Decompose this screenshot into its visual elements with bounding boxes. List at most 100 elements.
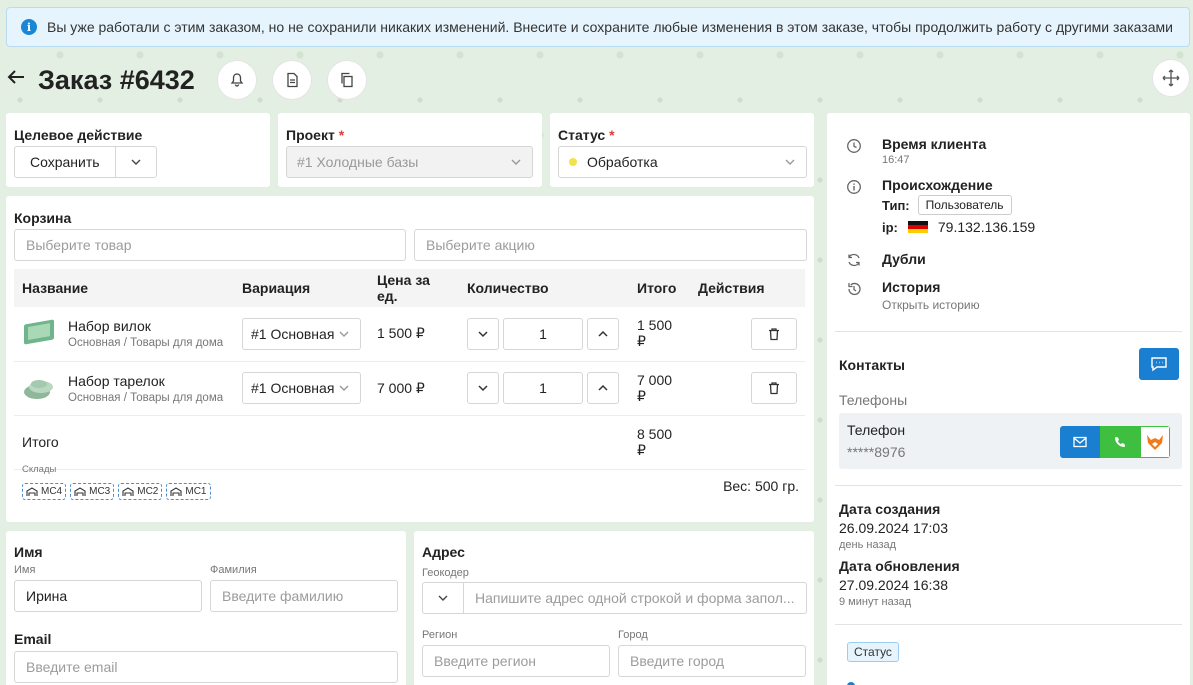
chevron-down-icon xyxy=(478,331,488,337)
first-name-input[interactable]: Ирина xyxy=(14,580,202,612)
email-section-title: Email xyxy=(14,631,52,647)
move-button[interactable] xyxy=(1152,59,1190,97)
copy-button[interactable] xyxy=(326,60,367,100)
save-split-button: Сохранить xyxy=(14,146,157,178)
warehouse-icon xyxy=(122,486,134,496)
email-contact-button[interactable] xyxy=(1060,426,1100,458)
project-card: Проект * #1 Холодные базы xyxy=(278,113,542,187)
quantity-input[interactable]: 1 xyxy=(503,317,583,350)
type-badge: Пользователь xyxy=(917,195,1012,215)
variation-select[interactable]: #1 Основная xyxy=(242,372,361,404)
cart-weight: Вес: 500 гр. xyxy=(723,478,799,494)
phone-number: *****8976 xyxy=(847,444,906,460)
origin: Происхождение Тип: Пользователь ip: 79.1… xyxy=(846,177,1035,235)
fox-app-button[interactable] xyxy=(1140,426,1170,458)
warehouse-tag[interactable]: МС3 xyxy=(70,483,115,500)
status-select[interactable]: Обработка xyxy=(558,146,807,178)
chevron-down-icon xyxy=(785,159,795,165)
promo-search-input[interactable]: Выберите акцию xyxy=(414,229,807,261)
table-row: Набор тарелок Основная / Товары для дома… xyxy=(14,361,805,416)
product-name[interactable]: Набор вилок xyxy=(68,318,223,334)
page-header: Заказ #6432 xyxy=(6,58,382,102)
client-time: Время клиента 16:47 xyxy=(846,136,986,166)
save-button[interactable]: Сохранить xyxy=(15,147,116,177)
chevron-up-icon xyxy=(598,330,608,337)
geocoder-label: Геокодер xyxy=(422,567,469,579)
phone-icon xyxy=(1115,437,1125,447)
chevron-down-icon xyxy=(478,385,488,392)
first-name-label: Имя xyxy=(14,564,36,576)
delete-row-button[interactable] xyxy=(751,317,797,350)
unsaved-notice: i Вы уже работали с этим заказом, но не … xyxy=(6,7,1190,47)
fox-logo-icon xyxy=(1147,435,1163,450)
quantity-input[interactable]: 1 xyxy=(503,372,583,404)
history: История Открыть историю xyxy=(846,279,980,312)
name-section-title: Имя xyxy=(14,544,43,560)
increase-qty-button[interactable] xyxy=(587,372,619,404)
warehouse-tag[interactable]: МС4 xyxy=(22,483,67,500)
mail-icon xyxy=(1073,436,1087,448)
duplicates[interactable]: Дубли xyxy=(846,250,926,268)
decrease-qty-button[interactable] xyxy=(467,317,499,350)
increase-qty-button[interactable] xyxy=(587,317,619,350)
divider xyxy=(835,485,1182,486)
warehouse-tags: МС4 МС3 МС2 МС1 xyxy=(22,483,215,500)
bell-icon xyxy=(230,73,244,87)
email-input[interactable]: Введите email xyxy=(14,651,398,683)
address-title: Адрес xyxy=(422,544,465,560)
last-name-input[interactable]: Введите фамилию xyxy=(210,580,398,612)
open-history-link[interactable]: Открыть историю xyxy=(882,298,980,312)
target-action-label: Целевое действие xyxy=(14,127,143,143)
save-dropdown-toggle[interactable] xyxy=(116,147,156,177)
back-arrow-icon[interactable] xyxy=(6,67,30,93)
variation-select[interactable]: #1 Основная xyxy=(242,317,361,350)
project-select[interactable]: #1 Холодные базы xyxy=(286,146,533,178)
target-action-card: Целевое действие Сохранить xyxy=(6,113,270,187)
chevron-down-icon xyxy=(438,595,448,601)
cart-total-label: Итого xyxy=(14,415,234,470)
forks-set-image xyxy=(24,319,54,345)
cart-table: Название Вариация Цена за ед. Количество… xyxy=(14,269,805,470)
decrease-qty-button[interactable] xyxy=(467,372,499,404)
warehouse-icon xyxy=(74,486,86,496)
row-total: 7 000 ₽ xyxy=(629,361,690,416)
info-icon: i xyxy=(21,19,37,35)
bell-button[interactable] xyxy=(216,60,257,100)
row-total: 1 500 ₽ xyxy=(629,307,690,362)
updated-date: Дата обновления 27.09.2024 16:38 9 минут… xyxy=(839,558,960,608)
cart-total-row: Итого 8 500 ₽ xyxy=(14,415,805,470)
notice-text: Вы уже работали с этим заказом, но не со… xyxy=(47,19,1173,35)
trash-icon xyxy=(769,382,779,395)
warehouse-tag[interactable]: МС1 xyxy=(166,483,211,500)
product-category: Основная / Товары для дома xyxy=(68,337,224,350)
message-button[interactable] xyxy=(1139,348,1179,380)
unit-price: 1 500 ₽ xyxy=(369,307,459,362)
info-circle-icon xyxy=(847,180,861,194)
germany-flag-icon xyxy=(907,221,928,233)
plates-set-image xyxy=(24,380,53,399)
sidebar: Время клиента 16:47 Происхождение Тип: П… xyxy=(827,113,1190,685)
delete-row-button[interactable] xyxy=(751,372,797,404)
status-card: Статус * Обработка xyxy=(550,113,814,187)
city-input[interactable]: Введите город xyxy=(618,645,806,677)
phone-title: Телефон xyxy=(847,422,906,438)
unit-price: 7 000 ₽ xyxy=(369,361,459,416)
status-filter-tag[interactable]: Статус xyxy=(847,642,899,662)
last-name-label: Фамилия xyxy=(210,564,257,576)
call-button[interactable] xyxy=(1100,426,1140,458)
phone-actions xyxy=(1060,426,1170,458)
product-name[interactable]: Набор тарелок xyxy=(68,373,223,389)
region-input[interactable]: Введите регион xyxy=(422,645,610,677)
document-button[interactable] xyxy=(271,60,312,100)
status-label: Статус * xyxy=(558,127,615,143)
geocoder-input[interactable]: Напишите адрес одной строкой и форма зап… xyxy=(464,582,807,614)
geocoder-dropdown[interactable] xyxy=(422,582,464,614)
cart-total-value: 8 500 ₽ xyxy=(629,415,690,470)
col-quantity: Количество xyxy=(459,269,629,307)
move-arrows-icon xyxy=(1162,69,1180,87)
product-search-input[interactable]: Выберите товар xyxy=(14,229,406,261)
divider xyxy=(835,331,1182,332)
warehouse-tag[interactable]: МС2 xyxy=(118,483,163,500)
phone-block: Телефон *****8976 xyxy=(839,413,1182,469)
trash-icon xyxy=(769,328,779,340)
